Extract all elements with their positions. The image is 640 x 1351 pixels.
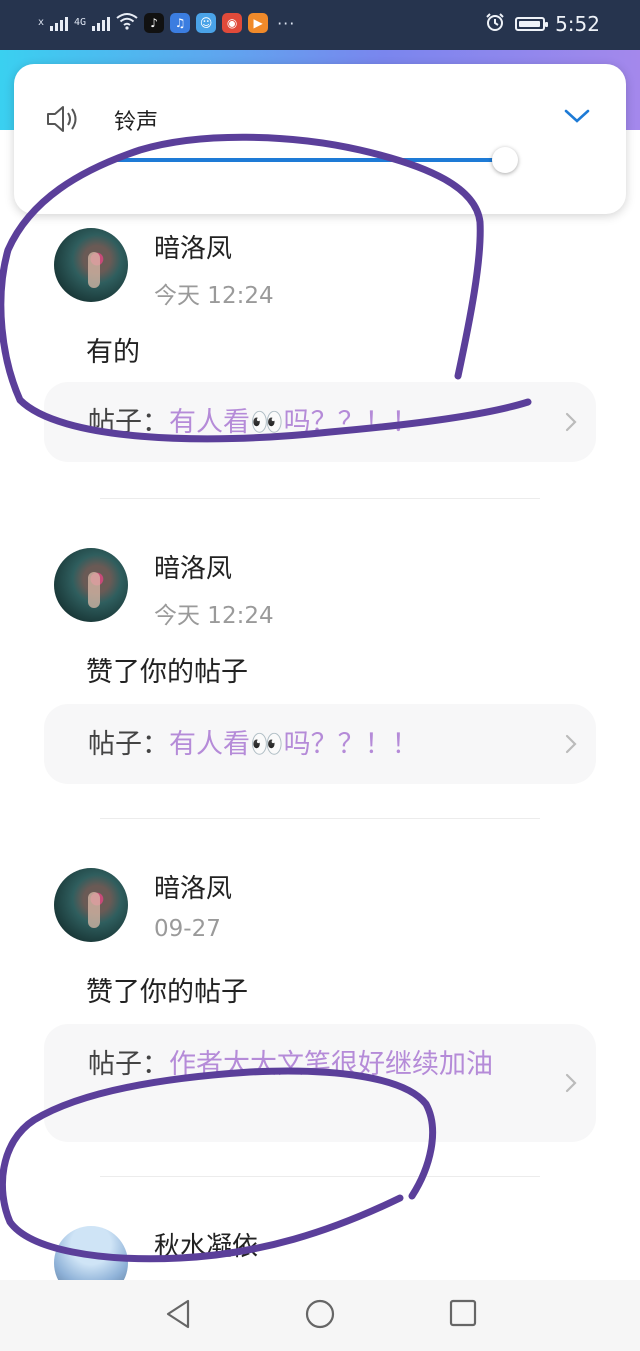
message-text: 赞了你的帖子 — [86, 977, 248, 1008]
post-card[interactable]: 帖子：作者大大文笔很好继续加油 — [44, 1024, 596, 1142]
post-label: 帖子： — [88, 1049, 169, 1080]
post-title[interactable]: 作者大大文笔很好继续加油 — [169, 1049, 493, 1080]
speaker-icon[interactable] — [44, 102, 84, 140]
volume-slider-thumb[interactable] — [492, 147, 518, 173]
app-chat-icon: ☺ — [196, 13, 217, 33]
post-title[interactable]: 有人看👀吗？？！！ — [169, 729, 419, 760]
user-name[interactable]: 暗洛凤 — [154, 228, 232, 265]
ringtone-label: 铃声 — [114, 110, 159, 135]
timestamp: 今天 12:24 — [154, 283, 274, 309]
status-time: 5:52 — [555, 12, 600, 36]
post-card[interactable]: 帖子：有人看👀吗？？！！ — [44, 382, 596, 462]
status-left: x 4G ♪ ♫ ☺ ◉ ▶ ··· — [38, 12, 295, 34]
divider — [100, 1176, 540, 1177]
app-music-icon: ♫ — [170, 13, 191, 33]
avatar[interactable] — [54, 228, 128, 302]
home-icon[interactable] — [304, 1298, 336, 1334]
user-name[interactable]: 暗洛凤 — [154, 548, 232, 585]
chevron-right-icon — [564, 1072, 578, 1098]
overflow-dots: ··· — [277, 13, 296, 33]
avatar[interactable] — [54, 868, 128, 942]
alarm-icon — [485, 12, 505, 36]
post-text: 帖子：有人看👀吗？？！！ — [88, 404, 536, 442]
chevron-down-icon[interactable] — [564, 108, 590, 128]
signal-label: x — [38, 17, 45, 28]
post-label: 帖子： — [88, 729, 169, 760]
divider — [100, 818, 540, 819]
post-title[interactable]: 有人看👀吗？？！！ — [169, 407, 419, 438]
avatar[interactable] — [54, 548, 128, 622]
message-text: 有的 — [86, 337, 140, 368]
status-bar: x 4G ♪ ♫ ☺ ◉ ▶ ··· 5:52 — [0, 0, 640, 50]
app-video-icon: ▶ — [248, 13, 269, 33]
volume-panel: 铃声 — [14, 64, 626, 214]
signal-bars-2-icon — [92, 15, 111, 31]
recents-icon[interactable] — [448, 1298, 478, 1332]
network-type-label: 4G — [74, 17, 87, 28]
signal-bars-icon — [50, 15, 69, 31]
battery-icon — [515, 17, 549, 31]
tiktok-icon: ♪ — [144, 13, 165, 33]
post-card[interactable]: 帖子：有人看👀吗？？！！ — [44, 704, 596, 784]
app-red-icon: ◉ — [222, 13, 243, 33]
user-name[interactable]: 暗洛凤 — [154, 868, 232, 905]
message-text: 赞了你的帖子 — [86, 657, 248, 688]
wifi-icon — [116, 12, 138, 34]
timestamp: 09-27 — [154, 916, 221, 942]
back-icon[interactable] — [164, 1298, 192, 1334]
post-text: 帖子：作者大大文笔很好继续加油 — [88, 1046, 536, 1084]
divider — [100, 498, 540, 499]
volume-slider-track[interactable] — [114, 158, 509, 162]
status-right: 5:52 — [485, 12, 600, 36]
chevron-right-icon — [564, 411, 578, 437]
post-text: 帖子：有人看👀吗？？！！ — [88, 726, 536, 764]
timestamp: 今天 12:24 — [154, 603, 274, 629]
chevron-right-icon — [564, 733, 578, 759]
post-label: 帖子： — [88, 407, 169, 438]
user-name[interactable]: 秋水凝依 — [154, 1226, 258, 1263]
system-nav-bar — [0, 1280, 640, 1351]
